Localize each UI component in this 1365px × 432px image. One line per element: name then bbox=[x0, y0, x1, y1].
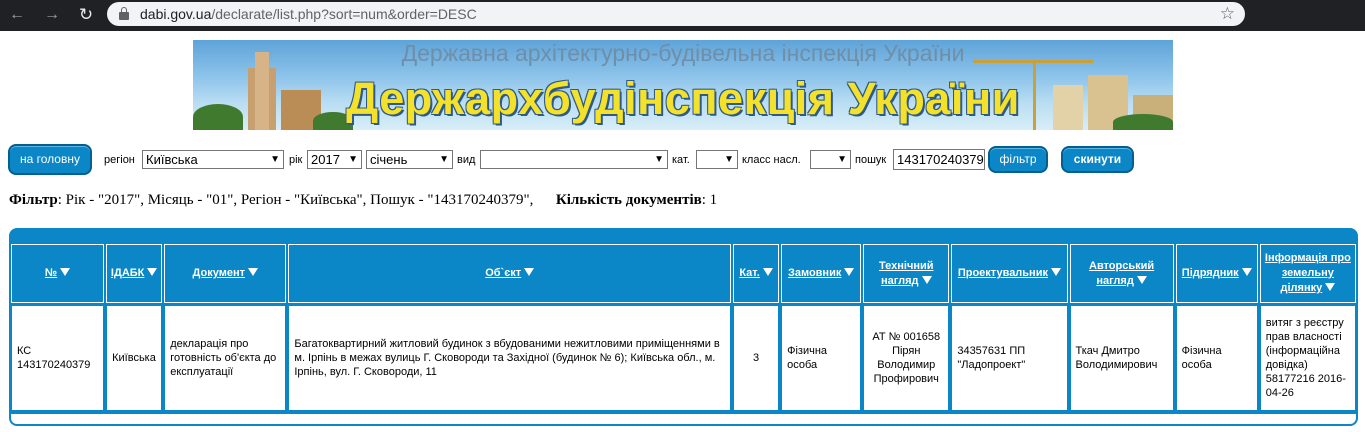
cell-designer: 34357631 ПП "Ладопроект" bbox=[951, 305, 1068, 411]
sort-desc-icon[interactable] bbox=[248, 268, 259, 276]
cell-num: КС 143170240379 bbox=[11, 305, 105, 411]
sort-desc-icon[interactable] bbox=[1325, 283, 1336, 291]
table-footer bbox=[11, 414, 1356, 424]
table-row: КС 143170240379 Київська декларація про … bbox=[11, 305, 1356, 411]
cell-author-supervision: Ткач Дмитро Володимирович bbox=[1069, 305, 1174, 411]
chevron-down-icon: ▼ bbox=[654, 154, 664, 165]
banner-subtitle: Державна архітектурно-будівельна інспекц… bbox=[401, 40, 965, 66]
column-header-designer[interactable]: Проектувальник bbox=[951, 244, 1068, 303]
results-table: № ІДАБК Документ Об`єкт Кат. Замовник Те… bbox=[9, 242, 1358, 413]
filter-button[interactable]: фільтр bbox=[988, 146, 1048, 173]
type-label: вид bbox=[457, 154, 476, 166]
region-label: регіон bbox=[104, 154, 135, 166]
type-select[interactable]: ▼ bbox=[480, 150, 668, 169]
filter-summary: Фільтр: Рік - "2017", Місяць - "01", Рег… bbox=[9, 191, 717, 209]
month-select[interactable]: січень ▼ bbox=[366, 150, 453, 169]
reset-button[interactable]: скинути bbox=[1061, 146, 1134, 173]
sort-desc-icon[interactable] bbox=[147, 268, 158, 276]
sort-desc-icon[interactable] bbox=[844, 268, 855, 276]
year-select[interactable]: 2017 ▼ bbox=[307, 150, 362, 169]
sort-desc-icon[interactable] bbox=[524, 268, 535, 276]
sort-desc-icon[interactable] bbox=[60, 268, 71, 276]
search-input[interactable]: 143170240379 bbox=[893, 149, 985, 170]
chevron-down-icon: ▼ bbox=[439, 154, 449, 165]
column-header-category[interactable]: Кат. bbox=[733, 244, 780, 303]
back-arrow-icon[interactable]: ← bbox=[7, 5, 27, 25]
reload-icon[interactable]: ↻ bbox=[76, 5, 96, 25]
cell-customer: Фізична особа bbox=[781, 305, 862, 411]
column-header-tech-supervision[interactable]: Технічний нагляд bbox=[863, 244, 950, 303]
cell-tech-supervision: АТ № 001658 Пірян Володимир Профирович bbox=[863, 305, 950, 411]
region-select[interactable]: Київська ▼ bbox=[142, 150, 284, 169]
lock-icon bbox=[119, 7, 129, 20]
home-button[interactable]: на головну bbox=[8, 144, 92, 175]
bookmark-star-icon[interactable]: ☆ bbox=[1220, 4, 1235, 24]
forward-arrow-icon[interactable]: → bbox=[42, 5, 62, 25]
sort-desc-icon[interactable] bbox=[762, 268, 773, 276]
filter-summary-label: Фільтр bbox=[9, 192, 58, 208]
column-header-document[interactable]: Документ bbox=[164, 244, 287, 303]
sort-desc-icon[interactable] bbox=[1241, 268, 1252, 276]
column-header-idabk[interactable]: ІДАБК bbox=[106, 244, 163, 303]
cell-document: декларація про готовність об'єкта до екс… bbox=[164, 305, 287, 411]
class-label: класс насл. bbox=[742, 154, 801, 166]
chevron-down-icon: ▼ bbox=[837, 154, 847, 165]
url-text: dabi.gov.ua/declarate/list.php?sort=num&… bbox=[140, 6, 477, 22]
year-label: рік bbox=[289, 154, 303, 166]
cell-object: Багатоквартирний житловий будинок з вбуд… bbox=[288, 305, 732, 411]
results-table-panel: № ІДАБК Документ Об`єкт Кат. Замовник Те… bbox=[9, 228, 1358, 426]
sort-desc-icon[interactable] bbox=[1136, 275, 1147, 284]
sort-desc-icon[interactable] bbox=[921, 275, 932, 284]
category-select[interactable]: ▼ bbox=[696, 150, 738, 169]
table-header-row: № ІДАБК Документ Об`єкт Кат. Замовник Те… bbox=[11, 244, 1356, 303]
column-header-customer[interactable]: Замовник bbox=[781, 244, 862, 303]
site-banner: Державна архітектурно-будівельна інспекц… bbox=[193, 40, 1173, 130]
column-header-author-supervision[interactable]: Авторський нагляд bbox=[1069, 244, 1174, 303]
column-header-object[interactable]: Об`єкт bbox=[288, 244, 732, 303]
search-label: пошук bbox=[855, 154, 887, 166]
document-count-value: : 1 bbox=[701, 192, 718, 208]
chevron-down-icon: ▼ bbox=[348, 154, 358, 165]
browser-toolbar: ← → ↻ dabi.gov.ua/declarate/list.php?sor… bbox=[0, 0, 1365, 31]
banner-title: Держархбудінспекція України bbox=[346, 73, 1020, 124]
cell-category: 3 bbox=[733, 305, 780, 411]
sort-desc-icon[interactable] bbox=[1050, 268, 1061, 276]
category-label: кат. bbox=[672, 154, 690, 166]
chevron-down-icon: ▼ bbox=[270, 154, 280, 165]
class-select[interactable]: ▼ bbox=[810, 150, 851, 169]
column-header-num[interactable]: № bbox=[11, 244, 105, 303]
cell-idabk: Київська bbox=[106, 305, 163, 411]
column-header-contractor[interactable]: Підрядник bbox=[1175, 244, 1258, 303]
document-count-label: Кількість документів bbox=[555, 192, 702, 208]
filter-summary-text: : Рік - "2017", Місяць - "01", Регіон - … bbox=[57, 192, 534, 208]
cell-land-info: витяг з реєстру прав власності (інформац… bbox=[1259, 305, 1356, 411]
cell-contractor: Фізична особа bbox=[1175, 305, 1258, 411]
column-header-land-info[interactable]: Інформація про земельну ділянку bbox=[1259, 244, 1356, 303]
address-bar[interactable]: dabi.gov.ua/declarate/list.php?sort=num&… bbox=[107, 2, 1245, 26]
chevron-down-icon: ▼ bbox=[724, 154, 734, 165]
